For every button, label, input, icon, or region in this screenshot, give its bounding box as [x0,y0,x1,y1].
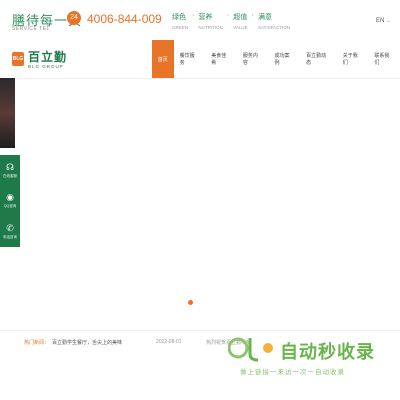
value-en: GREEN [172,25,189,30]
value-satisfaction: 满意 SATISFACTION [258,12,290,30]
value-en: SATISFACTION [257,25,291,30]
nav-item-catering[interactable]: 餐饮服务 [174,40,206,78]
watermark-subtext: 做上链接一来访一次一自动收录 [240,369,345,376]
headset-icon: ☊ [6,161,14,172]
tool-phone[interactable]: ✆ 电话咨询 [3,223,17,240]
top-bar: 膳待每一天 SERVICE TEL 24 4006-844-009 绿色 GRE… [0,0,400,38]
nav-item-about[interactable]: 关于我们 [337,40,369,78]
phone-24h-icon: 24 [67,11,81,25]
value-en: VALUE [233,25,248,30]
phone-icon: ✆ [6,223,14,234]
language-switch[interactable]: EN ⌄ [376,18,391,24]
value-separator: · [251,12,254,19]
news-tag: 热门新闻： [24,340,50,346]
tool-label: 电话咨询 [3,235,17,240]
site-logo[interactable]: BLG 百立勤 BLG GROUP [12,48,67,69]
nav-item-cuisine[interactable]: 美食佳肴 [205,40,237,78]
value-zh: 营养 [198,14,213,21]
nav-item-services[interactable]: 服务内容 [237,40,269,78]
chevron-down-icon: ⌄ [386,18,391,24]
service-phone: 4006-844-009 [87,12,162,26]
qq-icon: ◉ [6,192,14,203]
value-zh: 超值 [233,14,248,21]
value-separator: · [226,12,230,19]
logo-text: 百立勤 BLG GROUP [28,48,67,69]
carousel-dot-active[interactable] [188,300,193,305]
hero-image-edge [0,78,15,148]
value-separator: · [192,12,195,19]
watermark-text: 自动秒收录 [280,342,375,362]
tool-online-service[interactable]: ☊ 在线客服 [3,162,17,179]
logo-name: 百立勤 [28,50,68,64]
value-value: 超值 VALUE [233,12,247,30]
language-label: EN [376,18,385,24]
value-zh: 绿色 [172,14,186,21]
value-nutrition: 营养 NUTRITION [198,12,223,30]
watermark-logo-icon [228,337,273,362]
tool-label: QQ咨询 [3,204,17,209]
brand-values: 绿色 GREEN · 营养 NUTRITION · 超值 VALUE · 满意 … [172,12,290,30]
news-link[interactable]: 百立勤学生餐厅，舌尖上的美味 [52,339,122,346]
value-green: 绿色 GREEN [172,12,188,30]
logo-mark-icon: BLG [12,51,24,66]
value-en: NUTRITION [198,25,223,30]
main-nav: 首页 餐饮服务 美食佳肴 服务内容 成功案例 百立勤动态 关于我们 联系我们 [152,40,400,78]
nav-item-cases[interactable]: 成功案例 [269,40,301,78]
nav-item-contact[interactable]: 联系我们 [368,40,400,78]
news-date: 2022-08-01 [156,339,182,345]
logo-subtitle: BLG GROUP [28,64,64,69]
value-zh: 满意 [257,14,272,21]
service-tel-label: SERVICE TEL [12,26,50,32]
watermark: 自动秒收录 做上链接一来访一次一自动收录 [228,330,398,380]
hero-banner [15,79,400,329]
side-toolbar: ☊ 在线客服 ◉ QQ咨询 ✆ 电话咨询 [0,155,20,247]
tool-label: 在线客服 [3,173,17,178]
tool-qq[interactable]: ◉ QQ咨询 [4,192,16,209]
nav-item-home[interactable]: 首页 [152,40,174,78]
nav-item-news[interactable]: 百立勤动态 [300,40,337,78]
